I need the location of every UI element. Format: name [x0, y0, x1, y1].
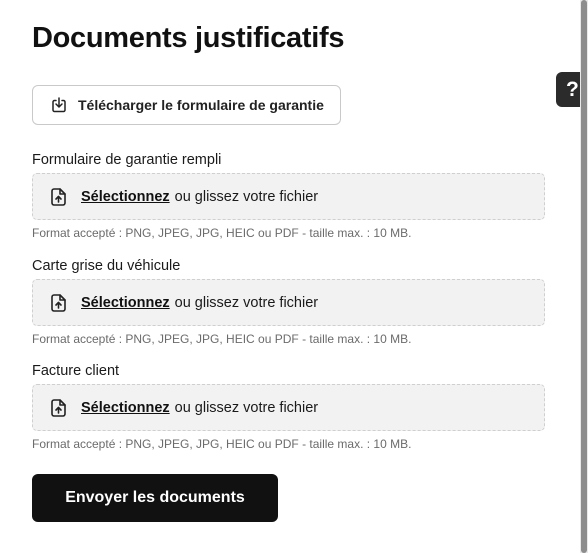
file-dropzone[interactable]: Sélectionnez ou glissez votre fichier: [32, 384, 545, 431]
download-form-button[interactable]: Télécharger le formulaire de garantie: [32, 85, 341, 125]
help-icon: ?: [566, 77, 579, 101]
upload-field-invoice: Facture client Sélectionnez ou glissez v…: [32, 362, 545, 451]
drop-text: ou glissez votre fichier: [174, 188, 319, 205]
drop-text: ou glissez votre fichier: [174, 399, 319, 416]
download-icon: [50, 96, 68, 114]
page-title: Documents justificatifs: [32, 22, 345, 54]
format-hint: Format accepté : PNG, JPEG, JPG, HEIC ou…: [32, 437, 412, 451]
file-upload-icon: [49, 187, 68, 207]
scrollbar-thumb[interactable]: [581, 0, 587, 553]
download-form-label: Télécharger le formulaire de garantie: [78, 97, 324, 113]
field-label: Carte grise du véhicule: [32, 258, 181, 274]
field-label: Facture client: [32, 363, 120, 379]
field-label: Formulaire de garantie rempli: [32, 152, 222, 168]
format-hint: Format accepté : PNG, JPEG, JPG, HEIC ou…: [32, 226, 412, 240]
select-file-link[interactable]: Sélectionnez: [81, 400, 170, 416]
documents-page: Documents justificatifs Télécharger le f…: [0, 0, 588, 553]
select-file-link[interactable]: Sélectionnez: [81, 295, 170, 311]
file-dropzone[interactable]: Sélectionnez ou glissez votre fichier: [32, 279, 545, 326]
file-dropzone[interactable]: Sélectionnez ou glissez votre fichier: [32, 173, 545, 220]
file-upload-icon: [49, 293, 68, 313]
format-hint: Format accepté : PNG, JPEG, JPG, HEIC ou…: [32, 332, 412, 346]
upload-field-warranty-form: Formulaire de garantie rempli Sélectionn…: [32, 151, 545, 240]
submit-documents-button[interactable]: Envoyer les documents: [32, 474, 278, 522]
drop-text: ou glissez votre fichier: [174, 294, 319, 311]
upload-field-registration: Carte grise du véhicule Sélectionnez ou …: [32, 257, 545, 346]
scrollbar[interactable]: [580, 0, 588, 553]
select-file-link[interactable]: Sélectionnez: [81, 189, 170, 205]
file-upload-icon: [49, 398, 68, 418]
